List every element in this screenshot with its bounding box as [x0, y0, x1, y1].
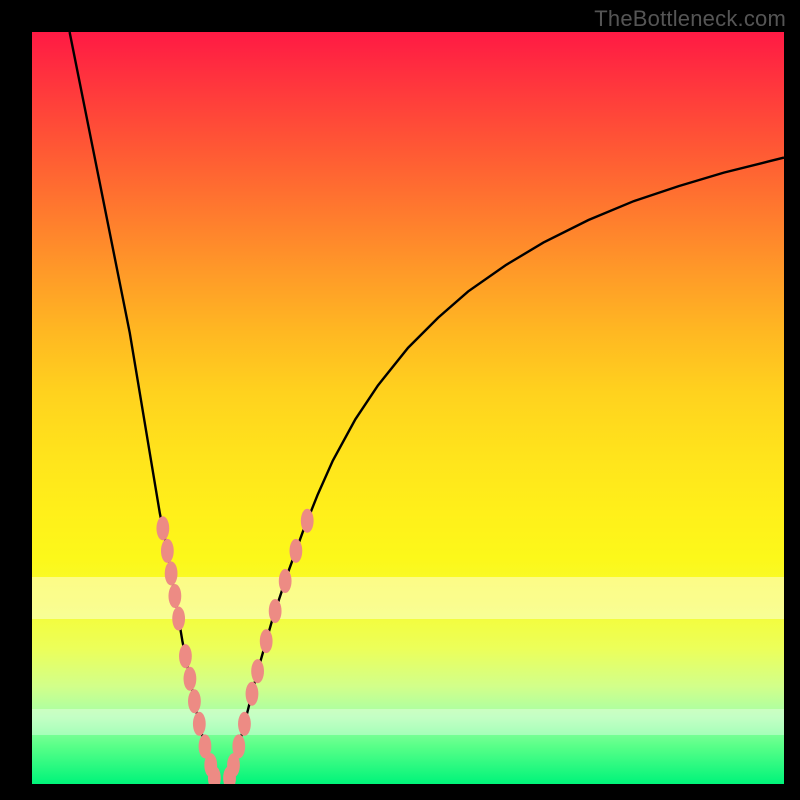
chart-frame: TheBottleneck.com [0, 0, 800, 800]
bottleneck-curve-right [228, 158, 784, 784]
data-marker [238, 712, 251, 736]
markers-right-group [223, 509, 313, 784]
chart-plot-area [32, 32, 784, 784]
data-marker [279, 569, 292, 593]
data-marker [246, 682, 259, 706]
data-marker [251, 659, 264, 683]
watermark-text: TheBottleneck.com [594, 6, 786, 32]
data-marker [188, 689, 201, 713]
markers-left-group [156, 516, 220, 784]
data-marker [179, 644, 192, 668]
data-marker [269, 599, 282, 623]
data-marker [260, 629, 273, 653]
data-marker [161, 539, 174, 563]
chart-svg [32, 32, 784, 784]
data-marker [156, 516, 169, 540]
data-marker [289, 539, 302, 563]
data-marker [184, 667, 197, 691]
data-marker [172, 607, 185, 631]
data-marker [165, 561, 178, 585]
data-marker [301, 509, 314, 533]
data-marker [193, 712, 206, 736]
data-marker [232, 734, 245, 758]
data-marker [168, 584, 181, 608]
